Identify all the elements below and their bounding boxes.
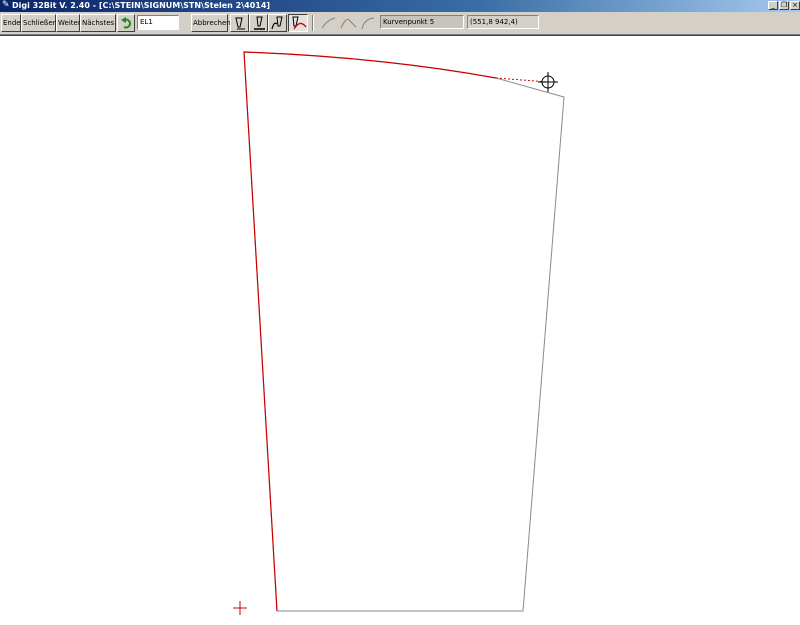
window-title: Digi 32Bit V. 2.40 - [C:\STEIN\SIGNUM\ST… bbox=[12, 1, 271, 10]
curve-pen-icon bbox=[292, 16, 307, 30]
cancel-button[interactable]: Abbrechen bbox=[191, 14, 231, 32]
title-bar: ✎ Digi 32Bit V. 2.40 - [C:\STEIN\SIGNUM\… bbox=[0, 0, 800, 12]
curve-rise-button[interactable] bbox=[358, 14, 377, 32]
undo-arrow-icon bbox=[121, 17, 131, 29]
line-pen-button[interactable] bbox=[249, 14, 268, 32]
arc-pen-icon bbox=[271, 16, 283, 30]
curve-peak-icon bbox=[340, 18, 357, 29]
curve-flat-icon bbox=[321, 17, 336, 29]
end-button[interactable]: Ende bbox=[1, 14, 21, 32]
origin-marker-icon bbox=[233, 601, 247, 615]
restore-button[interactable]: ❐ bbox=[779, 1, 789, 10]
curve-flat-button[interactable] bbox=[318, 14, 337, 32]
drawing-canvas[interactable] bbox=[0, 35, 800, 625]
status-curve-point: Kurvenpunkt 5 bbox=[380, 15, 464, 29]
toolbar-separator bbox=[312, 15, 314, 31]
close-button[interactable]: Schließen bbox=[21, 14, 57, 32]
point-pen-button[interactable] bbox=[230, 14, 249, 32]
curve-peak-button[interactable] bbox=[338, 14, 357, 32]
drawing-svg[interactable] bbox=[0, 36, 800, 626]
minimize-button[interactable]: _ bbox=[768, 1, 778, 10]
next-button[interactable]: Weiter bbox=[56, 14, 81, 32]
pen-icon: ✎ bbox=[2, 0, 10, 10]
traced-path bbox=[243, 51, 497, 612]
arc-pen-button[interactable] bbox=[268, 14, 287, 32]
coordinates-readout: (551,8 942,4) bbox=[467, 15, 539, 29]
toolbar: Ende Schließen Weiter Nächstes EL1 Abbre… bbox=[0, 12, 800, 35]
shape-outline bbox=[243, 51, 565, 612]
element-field[interactable]: EL1 bbox=[137, 15, 179, 30]
curve-rise-icon bbox=[361, 17, 375, 30]
close-window-button[interactable]: × bbox=[790, 1, 800, 10]
curve-pen-button[interactable] bbox=[288, 14, 308, 32]
point-pen-icon bbox=[235, 17, 245, 30]
nearest-button[interactable]: Nächstes bbox=[80, 14, 116, 32]
line-pen-icon bbox=[254, 16, 265, 30]
crosshair-cursor-icon bbox=[538, 72, 558, 92]
undo-button[interactable] bbox=[117, 14, 135, 32]
